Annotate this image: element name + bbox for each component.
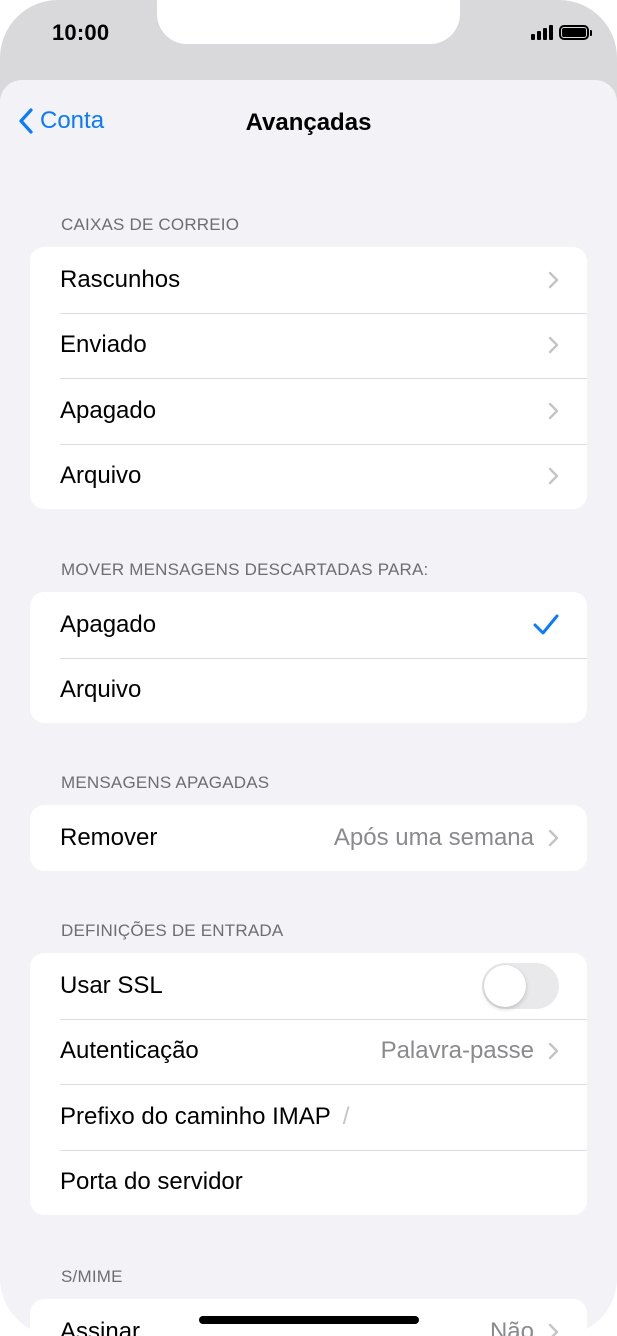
option-deleted[interactable]: Apagado [30,592,587,658]
row-label: Rascunhos [60,265,181,293]
option-archive[interactable]: Arquivo [30,657,587,724]
section-header-smime: S/MIME [61,1267,123,1286]
row-imap-prefix[interactable]: Prefixo do caminho IMAP / [30,1084,587,1150]
row-value: Não [489,1317,534,1336]
ssl-toggle[interactable] [482,962,559,1009]
section-header-mailboxes: CAIXAS DE CORREIO [61,215,240,234]
row-label: Usar SSL [60,971,163,999]
section-header-deleted-messages: MENSAGENS APAGADAS [61,773,270,792]
row-label: Autenticação [60,1037,199,1065]
page-title: Avançadas [245,109,372,136]
row-value: Após uma semana [333,823,534,851]
row-server-port[interactable]: Porta do servidor [30,1149,587,1216]
chevron-right-icon [548,829,559,846]
incoming-settings-group: Usar SSL Autenticação Palavra-passe Pref… [30,953,587,1215]
section-header-move-discarded: MOVER MENSAGENS DESCARTADAS PARA: [61,560,429,579]
deleted-messages-group: Remover Após uma semana [30,805,587,871]
row-deleted[interactable]: Apagado [30,378,587,444]
row-label: Apagado [60,396,157,424]
status-icons [531,24,592,40]
section-header-incoming: DEFINIÇÕES DE ENTRADA [61,921,284,940]
battery-icon [559,24,592,40]
row-drafts[interactable]: Rascunhos [30,247,587,313]
move-discarded-group: Apagado Arquivo [30,592,587,723]
row-label: Arquivo [60,462,142,490]
row-label: Arquivo [60,676,142,704]
row-label: Apagado [60,610,157,638]
row-label: Enviado [60,331,147,359]
phone-screen: 10:00 Conta Avançadas CAIXAS DE CORREIO … [0,0,617,1336]
signal-bars-icon [531,24,553,40]
row-label: Remover [60,823,158,851]
chevron-right-icon [548,337,559,354]
row-use-ssl: Usar SSL [30,953,587,1019]
notch [157,0,460,44]
checkmark-icon [533,614,559,635]
navigation-bar: Conta Avançadas [0,80,617,166]
chevron-right-icon [548,468,559,485]
row-authentication[interactable]: Autenticação Palavra-passe [30,1018,587,1085]
status-time: 10:00 [52,20,110,45]
row-label: Porta do servidor [60,1168,243,1196]
settings-sheet: Conta Avançadas CAIXAS DE CORREIO Rascun… [0,80,617,1336]
row-remove[interactable]: Remover Após uma semana [30,805,587,871]
chevron-right-icon [548,402,559,419]
row-label: Prefixo do caminho IMAP [60,1102,331,1130]
home-indicator[interactable] [199,1316,419,1324]
row-sent[interactable]: Enviado [30,312,587,379]
row-archive[interactable]: Arquivo [30,443,587,510]
toggle-knob [484,964,526,1007]
imap-prefix-input[interactable]: / [343,1103,350,1131]
mailboxes-group: Rascunhos Enviado Apagado Arquivo [30,247,587,509]
chevron-right-icon [548,1323,559,1336]
chevron-right-icon [548,1043,559,1060]
chevron-right-icon [548,271,559,288]
row-label: Assinar [60,1317,141,1336]
row-value: Palavra-passe [380,1037,534,1065]
